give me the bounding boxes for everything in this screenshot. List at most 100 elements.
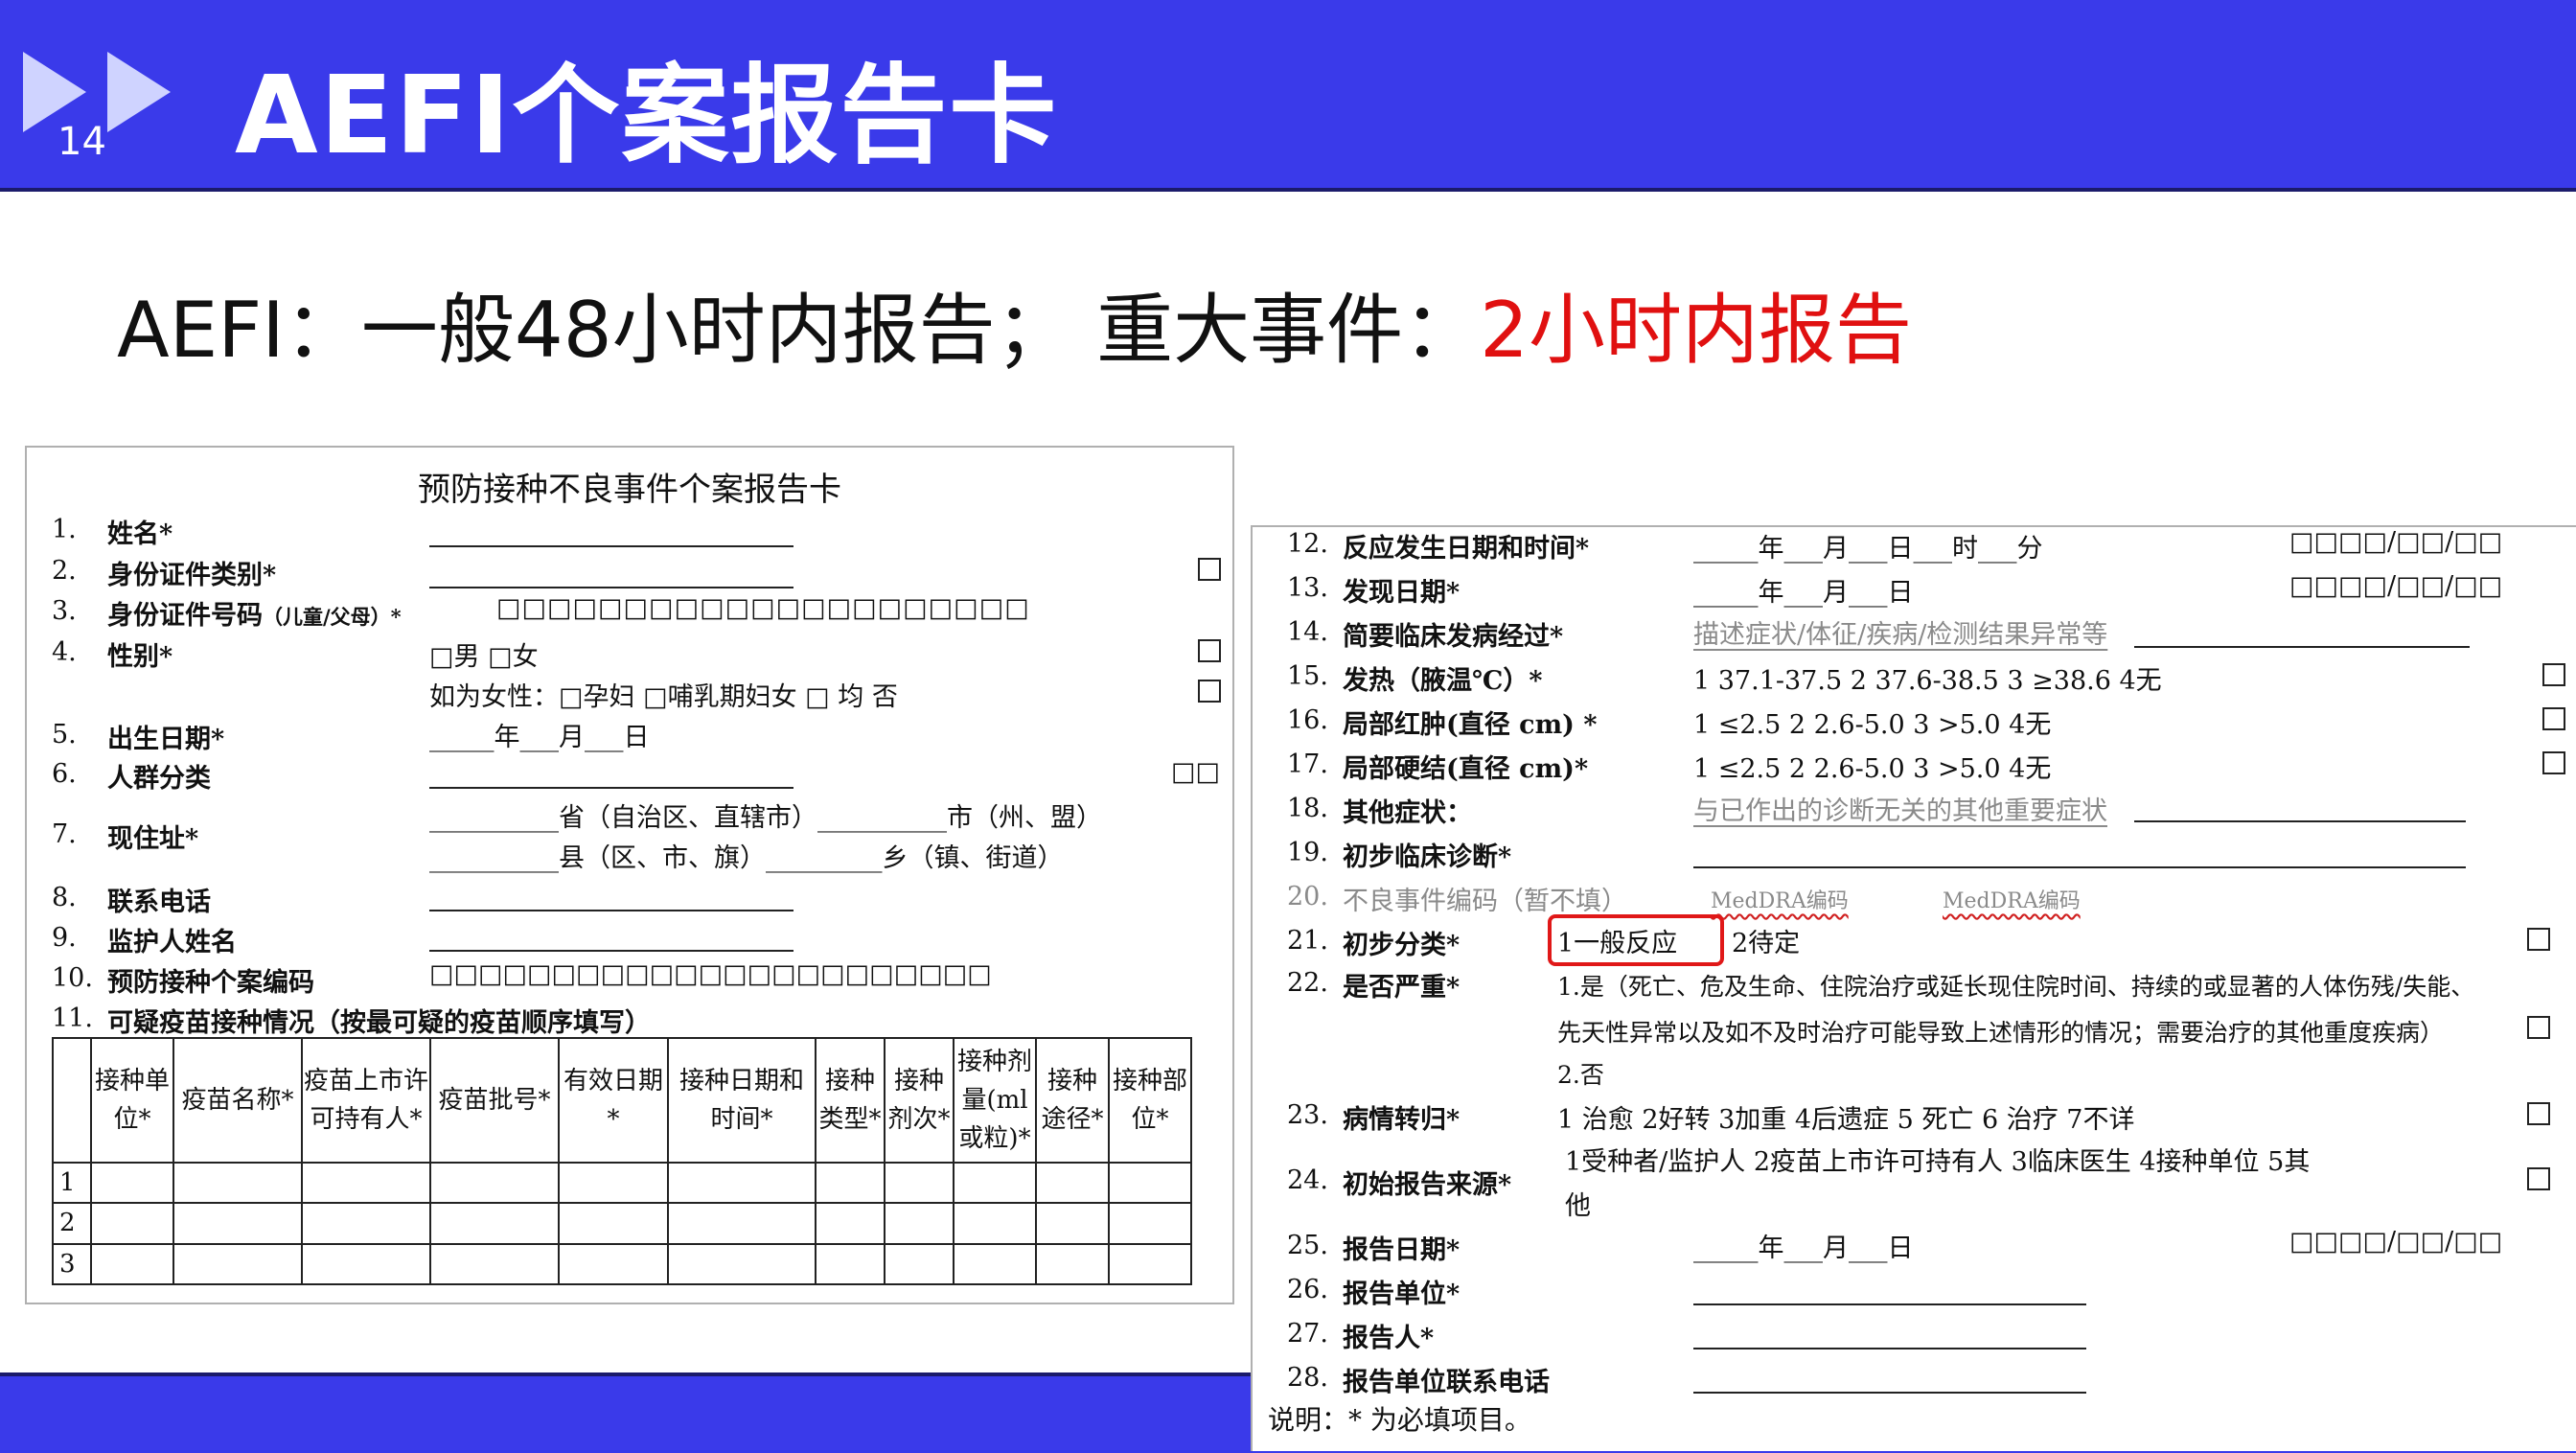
outcome-options[interactable]: 1 治愈 2好转 3加重 4后遗症 5 死亡 6 治疗 7不详 [1557,1098,2135,1136]
input-line[interactable] [429,950,794,952]
row-num: 28. [1287,1363,1328,1393]
col-header: 接种日期和时间* [667,1037,816,1164]
field-label: 初步分类* [1343,931,1460,960]
col-header: 接种途径* [1035,1037,1110,1164]
input-line[interactable] [1693,866,2466,868]
birth-date-field[interactable]: _____年___月___日 [429,716,650,753]
report-card-right: 12. 反应发生日期和时间* _____年___月___日___时___分 □□… [1251,525,2576,1451]
row-num: 22. [1287,968,1328,998]
placeholder-text[interactable]: 描述症状/体征/疾病/检测结果异常等 [1693,613,2107,651]
input-line[interactable] [1693,1303,2086,1305]
source-options-line-2: 他 [1565,1191,1591,1221]
row-num: 13. [1287,573,1328,603]
row-num: 10. [52,963,93,993]
footnote: 说明：* 为必填项目。 [1268,1404,1531,1436]
checkbox[interactable] [2527,1016,2550,1039]
address-line-1[interactable]: __________省（自治区、直辖市）__________市（州、盟） [429,796,1102,834]
col-header: 疫苗名称* [172,1037,303,1164]
date-field[interactable]: _____年___月___日 [1693,571,1914,609]
checkbox[interactable] [1198,680,1221,703]
placeholder-text[interactable]: 与已作出的诊断无关的其他重要症状 [1693,790,2107,827]
option-pending[interactable]: 2待定 [1732,922,1800,959]
checkbox[interactable] [2542,707,2565,730]
address-line-2[interactable]: __________县（区、市、旗）_________乡（镇、街道） [429,837,1064,874]
report-card-left: 预防接种不良事件个案报告卡 1. 姓名* 2. 身份证件类别* 3. 身份证件号… [25,446,1234,1304]
table-row: 3 [52,1242,1192,1285]
id-number-boxes[interactable]: □□□□□□□□□□□□□□□□□□□□□ [496,593,1030,623]
checkbox[interactable] [1198,558,1221,581]
row-number: 1 [52,1161,92,1205]
row-num: 8. [52,883,77,912]
field-label: 出生日期* [107,725,225,754]
checkbox[interactable] [2542,663,2565,686]
swelling-options[interactable]: 1 ≤2.5 2 2.6-5.0 3 >5.0 4无 [1693,703,2051,741]
vaccine-table: 接种单位* 疫苗名称* 疫苗上市许可持有人* 疫苗批号* 有效日期* 接种日期和… [52,1037,1192,1285]
row-num: 18. [1287,794,1328,823]
source-options-line-1[interactable]: 1受种者/监护人 2疫苗上市许可持有人 3临床医生 4接种单位 5其 [1565,1141,2310,1178]
field-label: 其他症状： [1343,798,1472,828]
table-corner [52,1037,92,1164]
date-boxes[interactable]: □□□□/□□/□□ [2289,527,2502,557]
table-row: 2 [52,1202,1192,1245]
row-number: 3 [52,1242,92,1285]
col-header: 疫苗批号* [429,1037,560,1164]
checkbox[interactable] [1198,639,1221,662]
fever-options[interactable]: 1 37.1-37.5 2 37.6-38.5 3 ≥38.6 4无 [1693,659,2162,697]
slide-title: AEFI个案报告卡 [235,54,1059,178]
input-line[interactable] [429,545,794,547]
option-general-reaction[interactable]: 1一般反应 [1557,922,1677,959]
checkbox[interactable] [2527,928,2550,951]
case-code-boxes[interactable]: □□□□□□□□□□□□□□□□□□□□□□□ [429,959,992,989]
input-line[interactable] [429,587,794,588]
group-boxes[interactable]: □□ [1171,757,1220,787]
table-row: 1 [52,1161,1192,1205]
datetime-field[interactable]: _____年___月___日___时___分 [1693,527,2043,565]
field-label: 报告单位联系电话 [1343,1368,1550,1397]
field-label: 局部红肿(直径 cm) * [1343,710,1598,740]
subtitle-highlight: 2小时内报告 [1480,286,1913,375]
input-line[interactable] [1693,1348,2086,1349]
row-num: 27. [1287,1319,1328,1349]
row-num: 4. [52,637,77,667]
input-line[interactable] [1693,1392,2086,1394]
checkbox[interactable] [2527,1102,2550,1125]
row-num: 23. [1287,1100,1328,1130]
field-label: 不良事件编码（暂不填） [1343,887,1627,916]
field-label: 局部硬结(直径 cm)* [1343,754,1589,784]
checkbox[interactable] [2527,1167,2550,1190]
row-num: 14. [1287,617,1328,647]
field-label: 发现日期* [1343,578,1460,608]
col-header: 疫苗上市许可持有人* [301,1037,431,1164]
report-date-field[interactable]: _____年___月___日 [1693,1227,1914,1264]
input-line[interactable] [2134,646,2470,648]
field-label: 姓名* [107,519,173,549]
field-label: 现住址* [107,824,199,854]
row-num: 21. [1287,926,1328,956]
input-line[interactable] [429,910,794,911]
induration-options[interactable]: 1 ≤2.5 2 2.6-5.0 3 >5.0 4无 [1693,748,2051,785]
field-label: 是否严重* [1343,973,1460,1003]
col-header: 接种类型* [815,1037,886,1164]
row-num: 9. [52,923,77,953]
input-line[interactable] [2134,820,2466,822]
row-num: 2. [52,556,77,586]
female-options[interactable]: 如为女性：□孕妇 □哺乳期妇女 □ 均 否 [429,676,898,713]
field-label: 身份证件号码（儿童/父母）* [107,601,402,631]
meddra-code-2[interactable]: MedDRA编码 [1943,884,2081,914]
meddra-code-1[interactable]: MedDRA编码 [1711,884,1849,914]
serious-yes-line-1[interactable]: 1.是（死亡、危及生命、住院治疗或延长现住院时间、持续的或显著的人体伤残/失能、 [1557,968,2474,1003]
date-boxes[interactable]: □□□□/□□/□□ [2289,571,2502,601]
row-num: 5. [52,720,77,750]
row-num: 26. [1287,1275,1328,1304]
slide-number: 14 [58,120,106,164]
play-arrow-icon-2 [107,52,171,132]
gender-options[interactable]: □男 □女 [429,635,539,673]
field-label: 联系电话 [107,888,211,917]
col-header: 接种剂量(ml或粒)* [953,1037,1037,1164]
row-num: 25. [1287,1231,1328,1260]
serious-no[interactable]: 2.否 [1557,1056,1604,1091]
checkbox[interactable] [2542,751,2565,774]
date-boxes[interactable]: □□□□/□□/□□ [2289,1227,2502,1257]
row-num: 24. [1287,1165,1328,1195]
input-line[interactable] [429,787,794,789]
